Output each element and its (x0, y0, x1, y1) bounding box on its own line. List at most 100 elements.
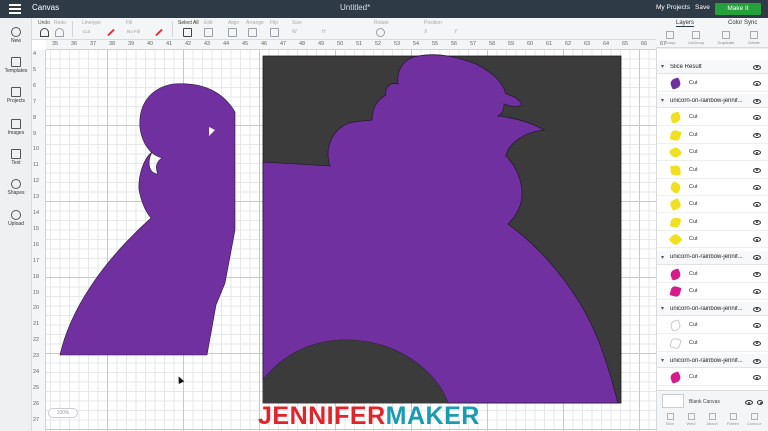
eye-icon[interactable] (753, 98, 761, 104)
layer-group[interactable]: ▾ unicorn-on-rainbow-jennif... (657, 354, 768, 369)
make-it-button[interactable]: Make It (715, 3, 761, 15)
eye-icon[interactable] (753, 132, 761, 138)
eye-icon[interactable] (753, 219, 761, 225)
redo-icon[interactable] (55, 28, 64, 37)
layer-group[interactable]: ▾ unicorn-on-rainbow-jennif... (657, 94, 768, 109)
edit-group: Edit (204, 20, 224, 40)
chevron-down-icon[interactable]: ▾ (661, 97, 664, 104)
blank-canvas-swatch[interactable] (662, 394, 684, 408)
ruler-left-label: 6 (33, 82, 37, 89)
layer-item[interactable]: Cut (657, 75, 768, 92)
eye-icon[interactable] (753, 167, 761, 173)
layer-item[interactable]: Cut (657, 144, 768, 162)
tab-layers[interactable]: Layers (676, 20, 695, 27)
weld-button[interactable]: Weld (682, 413, 700, 426)
slice-button[interactable]: Slice (661, 413, 679, 426)
layer-item[interactable]: Cut (657, 109, 768, 127)
ruler-left: 4 5 6 7 8 9 10 11 12 13 14 15 16 17 18 19 20 21 22 23 24 25 26… (32, 50, 46, 431)
bottom-tools: Slice Weld Attach Flatten Contour (657, 413, 768, 431)
sidebar-item-projects[interactable]: Projects (0, 87, 32, 104)
sidebar-item-text[interactable]: Text (0, 149, 32, 166)
duplicate-button[interactable]: Duplicate (715, 31, 737, 45)
attach-button[interactable]: Attach (703, 413, 721, 426)
layer-item-partial[interactable] (657, 48, 768, 49)
position-y-label: Y (454, 29, 458, 35)
layer-item[interactable]: Cut (657, 179, 768, 196)
ruler-top-label: 62 (565, 41, 572, 47)
my-projects-link[interactable]: My Projects (656, 4, 690, 11)
fill-color-icon[interactable] (155, 28, 163, 37)
sidebar-item-upload[interactable]: Upload (0, 210, 32, 227)
linetype-select[interactable]: Cut (82, 28, 106, 37)
layer-item[interactable]: Cut (657, 196, 768, 214)
ruler-top-label: 39 (128, 41, 135, 47)
layer-item[interactable]: Cut (657, 283, 768, 300)
layer-item[interactable]: Cut (657, 335, 768, 352)
tab-color-sync[interactable]: Color Sync (728, 20, 757, 26)
rotate-icon[interactable] (376, 28, 385, 37)
ruler-top-label: 36 (71, 41, 78, 47)
sidebar-item-images[interactable]: Images (0, 119, 32, 136)
flip-icon[interactable] (270, 28, 279, 37)
ruler-top-label: 60 (527, 41, 534, 47)
undo-icon[interactable] (40, 28, 49, 37)
position-group: Position X Y (424, 20, 484, 40)
eye-icon[interactable] (745, 400, 753, 405)
select-all-icon[interactable] (183, 28, 192, 37)
eye-icon[interactable] (753, 375, 761, 381)
eye-icon[interactable] (753, 64, 761, 70)
ungroup-button[interactable]: UnGroup (685, 31, 707, 45)
attach-icon (708, 413, 716, 420)
eye-icon[interactable] (753, 358, 761, 364)
zoom-control[interactable]: 100% (48, 408, 78, 418)
linetype-color-icon[interactable] (107, 28, 115, 37)
contour-button[interactable]: Contour (745, 413, 763, 426)
edit-icon[interactable] (204, 28, 213, 37)
sliced-unicorn-piece[interactable] (59, 83, 236, 356)
layer-group[interactable]: ▾ unicorn-on-rainbow-jennif... (657, 302, 768, 317)
chevron-down-icon[interactable]: ▾ (661, 357, 664, 364)
design-canvas[interactable] (46, 50, 656, 431)
layer-item[interactable]: Cut (657, 317, 768, 335)
layer-group[interactable]: ▾ unicorn-on-rainbow-jennif... (657, 250, 768, 265)
layer-thumbnail (669, 216, 682, 228)
select-all-label: Select All (178, 20, 199, 26)
eye-icon[interactable] (753, 323, 761, 329)
sidebar-item-shapes[interactable]: Shapes (0, 179, 32, 196)
ruler-top-label: 51 (356, 41, 363, 47)
layer-item[interactable]: Cut (657, 127, 768, 144)
sidebar-item-templates[interactable]: Templates (0, 57, 32, 74)
eye-icon[interactable] (753, 271, 761, 277)
chevron-down-icon[interactable]: ▾ (661, 254, 664, 261)
eye-icon[interactable] (753, 237, 761, 243)
layer-item[interactable]: Cut (657, 231, 768, 249)
delete-button[interactable]: Delete (743, 31, 765, 45)
flatten-button[interactable]: Flatten (724, 413, 742, 426)
layer-item[interactable]: Cut (657, 266, 768, 283)
hamburger-menu-icon[interactable] (9, 4, 21, 14)
chevron-down-icon[interactable]: ▾ (661, 305, 664, 312)
layer-item[interactable]: Cut (657, 162, 768, 179)
fill-select[interactable]: No Fill (126, 28, 152, 37)
eye-icon[interactable] (753, 306, 761, 312)
eye-icon[interactable] (753, 81, 761, 86)
contour-label: Contour (746, 421, 762, 426)
layer-item[interactable]: Cut (657, 369, 768, 387)
eye-icon[interactable] (753, 185, 761, 190)
eye-icon[interactable] (753, 150, 761, 156)
arrange-icon[interactable] (248, 28, 257, 37)
chevron-down-icon[interactable]: ▾ (661, 63, 664, 70)
settings-icon[interactable] (757, 400, 763, 405)
eye-icon[interactable] (753, 289, 761, 294)
layer-item[interactable]: Cut (657, 214, 768, 231)
align-icon[interactable] (228, 28, 237, 37)
ruler-top-label: 65 (622, 41, 629, 47)
ruler-left-label: 16 (33, 241, 40, 248)
layer-group[interactable]: ▾ Slice Result (657, 60, 768, 74)
eye-icon[interactable] (753, 115, 761, 121)
save-button[interactable]: Save (695, 4, 710, 11)
eye-icon[interactable] (753, 340, 761, 346)
eye-icon[interactable] (753, 255, 761, 261)
eye-icon[interactable] (753, 202, 761, 208)
sidebar-item-new[interactable]: New (0, 27, 32, 44)
